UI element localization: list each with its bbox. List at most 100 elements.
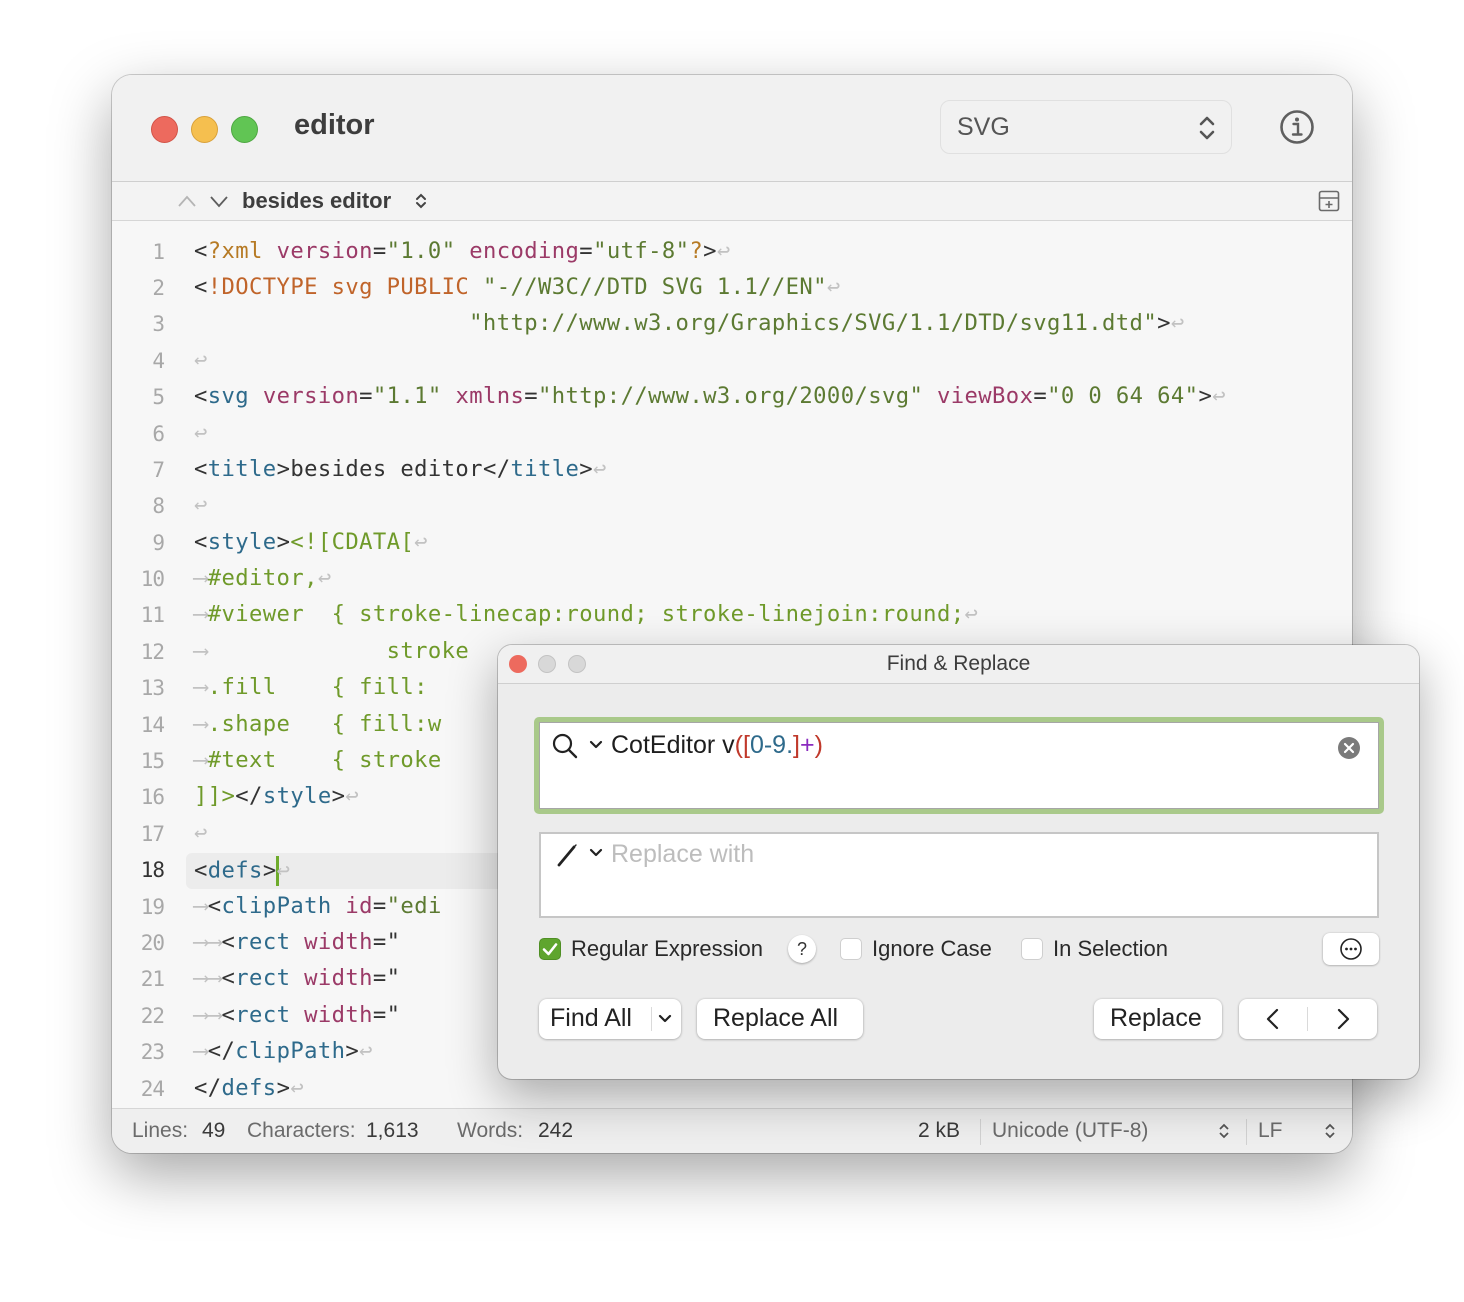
newline-icon: ↩ — [826, 274, 841, 300]
line-number: 5 — [152, 385, 165, 409]
previous-item-chevron-icon[interactable] — [176, 192, 198, 210]
encoding-popup[interactable]: Unicode (UTF-8) — [992, 1119, 1148, 1143]
code-text: ⟶#editor,↩ — [194, 565, 332, 591]
search-icon[interactable] — [551, 732, 579, 760]
code-line: 10 ⟶#editor,↩ — [112, 562, 1352, 598]
line-number: 3 — [152, 312, 165, 336]
code-text: ⟶<clipPath id="edi — [194, 893, 442, 919]
code-line: 8 ↩ — [112, 489, 1352, 525]
characters-count: 1,613 — [366, 1119, 419, 1142]
tab-icon: ⟶ — [194, 929, 208, 955]
newline-icon: ↩ — [345, 783, 360, 809]
line-number: 14 — [140, 713, 165, 737]
line-number: 18 — [140, 858, 165, 882]
code-text: <svg version="1.1" xmlns="http://www.w3.… — [194, 383, 1226, 409]
newline-icon: ↩ — [1212, 383, 1226, 409]
checkmark-icon — [542, 943, 558, 956]
line-ending-popup[interactable]: LF — [1258, 1119, 1283, 1143]
newline-icon: ↩ — [359, 1038, 373, 1064]
code-line: 3 "http://www.w3.org/Graphics/SVG/1.1/DT… — [112, 307, 1352, 343]
outline-chevron-icon[interactable] — [414, 191, 428, 211]
close-button[interactable] — [151, 116, 178, 143]
clear-search-icon[interactable] — [1337, 736, 1361, 760]
code-line: 4 ↩ — [112, 344, 1352, 380]
code-text: ↩ — [194, 420, 208, 446]
minimize-button[interactable] — [191, 116, 218, 143]
newline-icon: ↩ — [276, 857, 291, 884]
search-history-chevron-icon[interactable] — [589, 740, 603, 750]
replace-history-chevron-icon[interactable] — [589, 848, 603, 858]
split-editor-icon[interactable] — [1318, 190, 1340, 212]
code-text: ↩ — [194, 492, 208, 518]
panel-title: Find & Replace — [886, 652, 1031, 675]
line-number: 20 — [140, 931, 165, 955]
code-text: ↩ — [194, 347, 208, 373]
code-text: ↩ — [194, 820, 208, 846]
words-count: 242 — [538, 1119, 574, 1142]
regex-label: Regular Expression — [571, 936, 763, 961]
tab-icon: ⟶ — [207, 965, 222, 991]
replace-button[interactable]: Replace — [1094, 999, 1222, 1039]
line-number: 16 — [140, 785, 165, 809]
code-text: "http://www.w3.org/Graphics/SVG/1.1/DTD/… — [469, 310, 1185, 336]
find-all-button[interactable]: Find All — [539, 999, 681, 1039]
zoom-button[interactable] — [231, 116, 258, 143]
newline-icon: ↩ — [194, 820, 208, 846]
line-number: 1 — [152, 240, 165, 264]
tab-icon: ⟶ — [194, 1002, 208, 1028]
newline-icon: ↩ — [593, 456, 607, 482]
tab-icon: ⟶ — [194, 747, 208, 773]
encoding-chevron-icon[interactable] — [1218, 1121, 1230, 1141]
code-text: <style><![CDATA[↩ — [194, 529, 428, 555]
find-all-menu-chevron-icon[interactable] — [658, 1013, 672, 1025]
tab-icon: ⟶ — [194, 601, 208, 627]
checkbox-unchecked[interactable] — [840, 938, 862, 960]
find-replace-panel: Find & Replace CotEditor v([0-9.]+) Repl… — [498, 645, 1419, 1079]
code-text: ⟶#viewer { stroke-linecap:round; stroke-… — [194, 601, 979, 627]
line-number: 21 — [140, 967, 165, 991]
tab-icon: ⟶ — [194, 638, 208, 664]
tab-icon: ⟶ — [194, 893, 208, 919]
newline-icon: ↩ — [317, 565, 332, 591]
line-ending-chevron-icon[interactable] — [1324, 1121, 1336, 1141]
code-text: </defs>↩ — [194, 1075, 305, 1101]
code-line: 6 ↩ — [112, 417, 1352, 453]
newline-icon: ↩ — [716, 238, 731, 264]
find-input[interactable]: CotEditor v([0-9.]+) — [534, 717, 1384, 814]
checkbox-checked[interactable] — [539, 938, 561, 960]
replace-all-button[interactable]: Replace All — [697, 999, 863, 1039]
characters-label: Characters: — [247, 1119, 356, 1142]
code-line: 2 <!DOCTYPE svg PUBLIC "-//W3C//DTD SVG … — [112, 271, 1352, 307]
newline-icon: ↩ — [414, 529, 428, 555]
newline-icon: ↩ — [964, 601, 979, 627]
find-query: CotEditor v([0-9.]+) — [611, 731, 823, 759]
line-number: 7 — [152, 458, 165, 482]
status-bar: Lines: 49 Characters: 1,613 Words: 242 2… — [112, 1108, 1352, 1153]
regex-help-button[interactable]: ? — [788, 935, 816, 963]
tab-icon: ⟶ — [194, 674, 208, 700]
line-number: 15 — [140, 749, 165, 773]
file-size: 2 kB — [918, 1119, 961, 1142]
outline-menu[interactable]: besides editor — [242, 188, 391, 214]
info-icon[interactable] — [1279, 109, 1315, 145]
syntax-style-popup[interactable]: SVG — [940, 100, 1232, 154]
find-previous-chevron-icon[interactable] — [1263, 1007, 1283, 1031]
pencil-icon[interactable] — [555, 842, 581, 868]
next-item-chevron-icon[interactable] — [208, 192, 230, 210]
code-text: ⟶⟶<rect width=" — [194, 965, 401, 991]
checkbox-unchecked[interactable] — [1021, 938, 1043, 960]
newline-icon: ↩ — [194, 420, 208, 446]
line-number: 13 — [140, 676, 165, 700]
divider — [980, 1119, 981, 1145]
title-bar: editor SVG — [112, 75, 1352, 182]
line-number: 10 — [140, 567, 165, 591]
line-number: 2 — [152, 276, 165, 300]
panel-title-bar: Find & Replace — [498, 645, 1419, 684]
more-options-button[interactable] — [1323, 933, 1379, 965]
tab-icon: ⟶ — [194, 1038, 208, 1064]
tab-icon: ⟶ — [194, 965, 208, 991]
replace-input[interactable]: Replace with — [539, 832, 1379, 918]
code-text: ⟶</clipPath>↩ — [194, 1038, 373, 1064]
find-next-chevron-icon[interactable] — [1333, 1007, 1353, 1031]
find-navigation-control — [1239, 999, 1377, 1039]
